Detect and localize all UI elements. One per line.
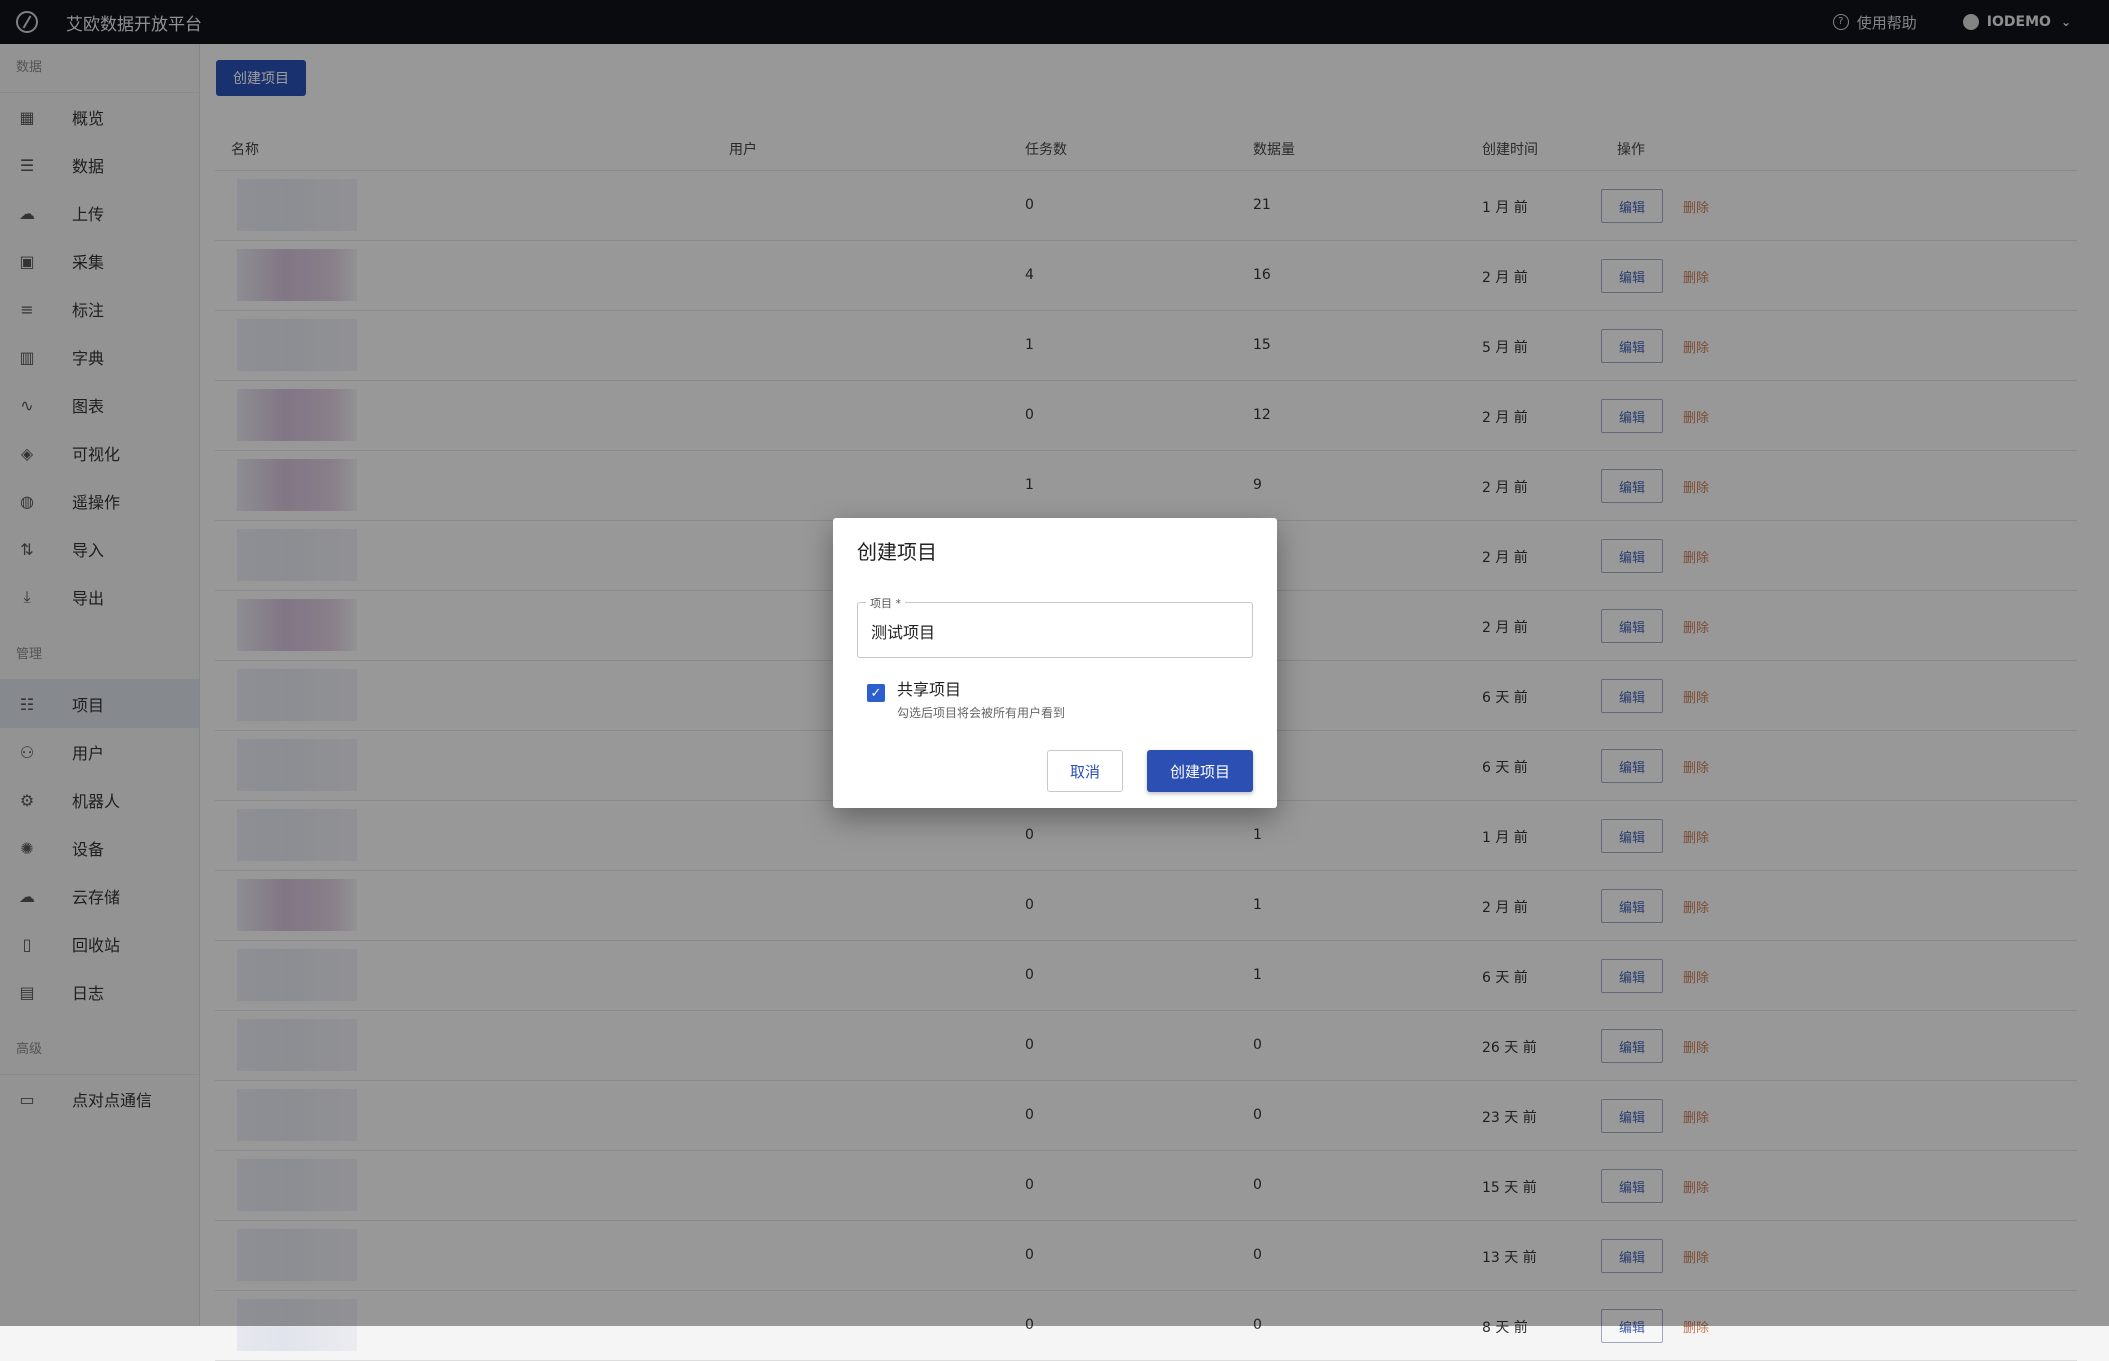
share-project-checkbox[interactable]: ✓ — [867, 684, 885, 702]
confirm-create-button[interactable]: 创建项目 — [1147, 750, 1253, 792]
share-project-help: 勾选后项目将会被所有用户看到 — [897, 706, 1066, 720]
project-name-input[interactable]: 测试项目 — [871, 619, 935, 643]
share-project-label: 共享项目 — [897, 680, 962, 699]
project-name-label: 项目 * — [866, 595, 905, 611]
dialog-title: 创建项目 — [857, 540, 937, 564]
create-project-dialog: 创建项目 项目 * 测试项目 ✓ 共享项目 勾选后项目将会被所有用户看到 取消 … — [833, 518, 1277, 808]
project-name-field[interactable]: 项目 * 测试项目 — [857, 595, 1253, 658]
cancel-button[interactable]: 取消 — [1047, 750, 1123, 792]
share-project-option: ✓ 共享项目 勾选后项目将会被所有用户看到 — [867, 676, 1065, 721]
